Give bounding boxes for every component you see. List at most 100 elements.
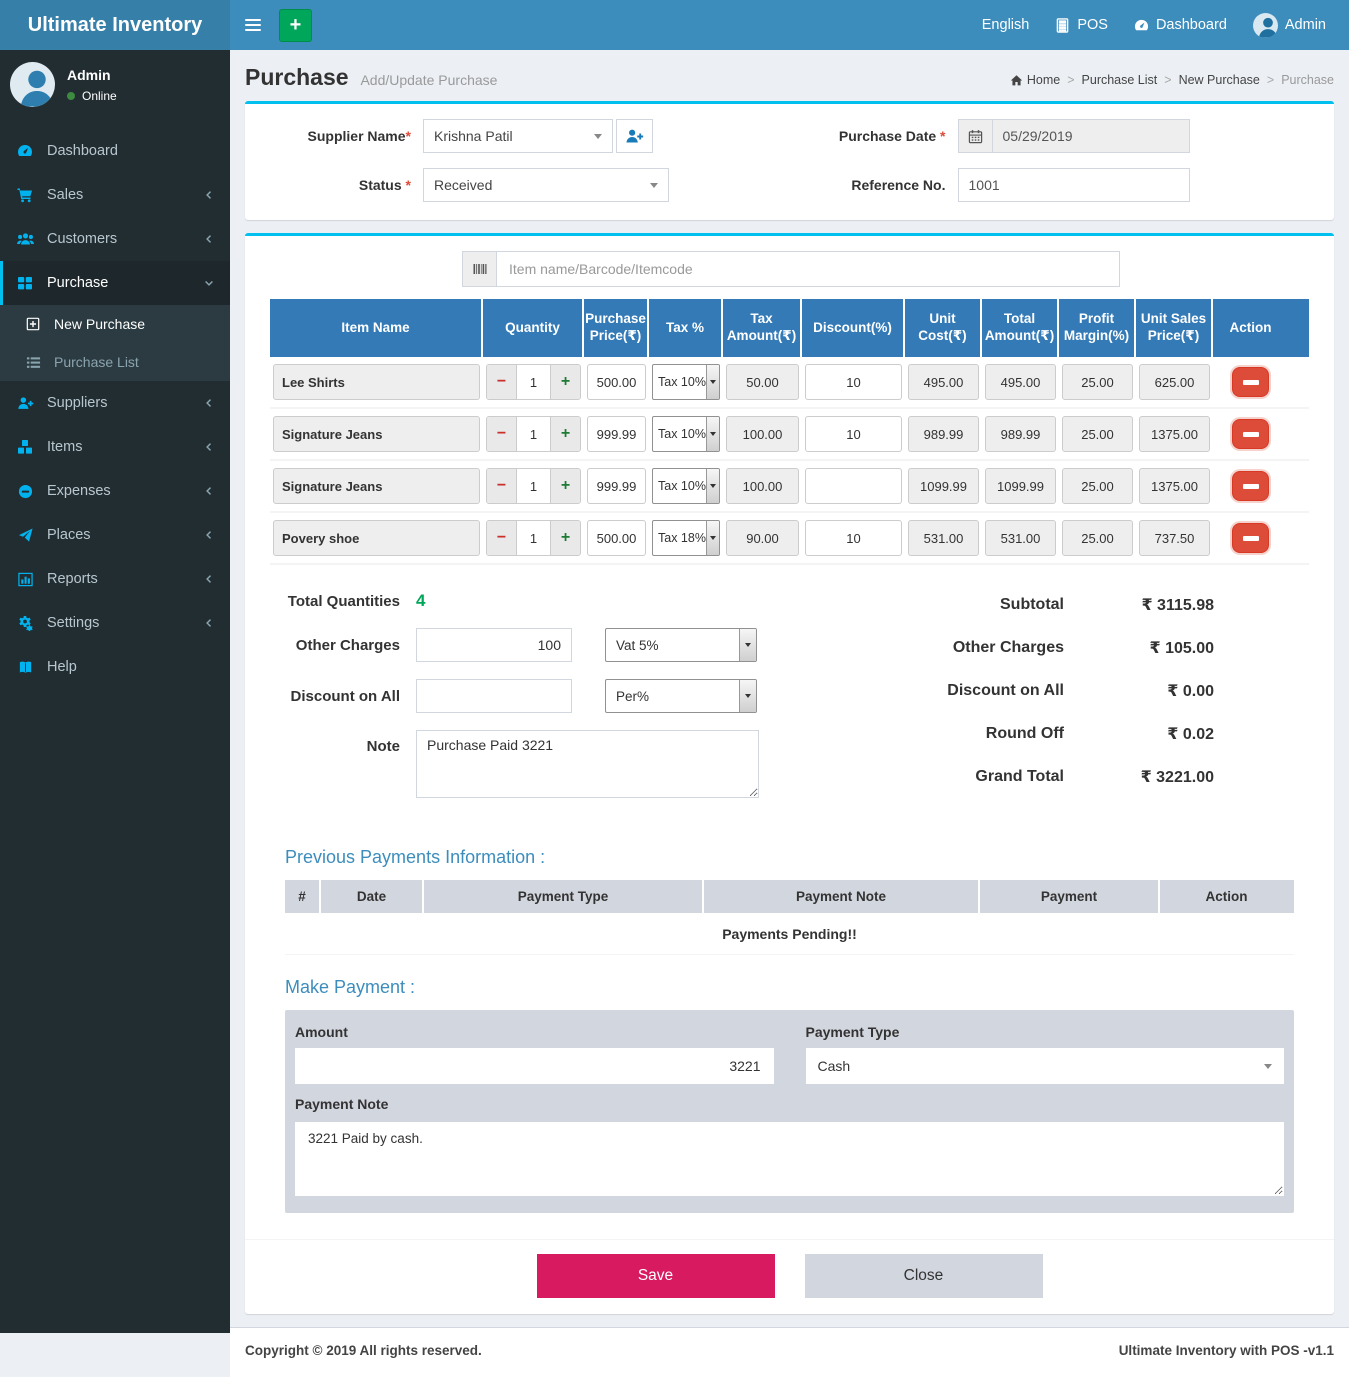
add-supplier-button[interactable] — [616, 119, 653, 153]
breadcrumb-home[interactable]: Home — [1010, 73, 1060, 87]
chevron-left-icon — [203, 233, 215, 245]
reference-input[interactable] — [958, 168, 1190, 202]
purchase-form-box: Supplier Name* Krishna Patil Purchase Da… — [245, 101, 1334, 220]
tax-amount: 50.00 — [726, 364, 799, 400]
qty-increase-button[interactable]: + — [551, 417, 580, 451]
qty-increase-button[interactable]: + — [551, 469, 580, 503]
item-search-input[interactable] — [496, 251, 1120, 287]
sidebar-item-purchase-list[interactable]: Purchase List — [0, 343, 230, 381]
pos-icon — [1055, 18, 1070, 33]
purchase-price-input[interactable] — [587, 468, 646, 504]
sidebar-item-purchase[interactable]: Purchase — [0, 261, 230, 305]
qty-increase-button[interactable]: + — [551, 521, 580, 555]
remove-row-button[interactable] — [1232, 471, 1269, 501]
note-label: Note — [270, 730, 416, 755]
copyright-text: Copyright © 2019 All rights reserved. — [245, 1343, 482, 1362]
home-icon — [1010, 74, 1023, 87]
purchase-date-input[interactable]: 05/29/2019 — [992, 119, 1190, 153]
dashboard-icon — [15, 143, 35, 159]
dashboard-icon — [1134, 18, 1149, 33]
qty-input[interactable] — [516, 469, 551, 503]
discount-input[interactable] — [805, 468, 902, 504]
sidebar-item-items[interactable]: Items — [0, 425, 230, 469]
language-menu[interactable]: English — [969, 0, 1043, 50]
purchase-date-label: Purchase Date — [839, 128, 936, 144]
user-menu[interactable]: Admin — [1240, 0, 1339, 50]
unit-cost: 989.99 — [908, 416, 979, 452]
sidebar-item-help[interactable]: Help — [0, 645, 230, 689]
sidebar-item-customers[interactable]: Customers — [0, 217, 230, 261]
sidebar-item-new-purchase[interactable]: New Purchase — [0, 305, 230, 343]
note-textarea[interactable]: Purchase Paid 3221 — [416, 730, 759, 798]
close-button[interactable]: Close — [805, 1254, 1043, 1298]
sidebar-item-reports[interactable]: Reports — [0, 557, 230, 601]
quantity-stepper: − + — [486, 416, 581, 452]
unit-cost: 495.00 — [908, 364, 979, 400]
other-charges-tax-select[interactable]: Vat 5% — [605, 628, 757, 662]
sidebar-item-suppliers[interactable]: Suppliers — [0, 381, 230, 425]
purchase-price-input[interactable] — [587, 520, 646, 556]
qty-input[interactable] — [516, 417, 551, 451]
other-charges-input[interactable] — [416, 628, 572, 662]
sidebar-item-sales[interactable]: Sales — [0, 173, 230, 217]
qty-decrease-button[interactable]: − — [487, 417, 516, 451]
tax-select[interactable]: Tax 10% — [652, 468, 720, 504]
discount-input[interactable] — [805, 364, 902, 400]
discount-input[interactable] — [805, 416, 902, 452]
grand-total-label: Grand Total — [975, 768, 1064, 786]
qty-increase-button[interactable]: + — [551, 365, 580, 399]
discount-on-all-input[interactable] — [416, 679, 572, 713]
pos-link[interactable]: POS — [1042, 0, 1121, 50]
sidebar-item-expenses[interactable]: Expenses — [0, 469, 230, 513]
caret-down-icon — [706, 469, 719, 503]
tax-select[interactable]: Tax 10% — [652, 416, 720, 452]
plus-square-icon — [24, 317, 42, 331]
profit-margin: 25.00 — [1062, 468, 1133, 504]
round-off-label: Round Off — [986, 725, 1064, 743]
remove-row-button[interactable] — [1232, 419, 1269, 449]
payment-note-textarea[interactable]: 3221 Paid by cash. — [295, 1122, 1284, 1196]
avatar-icon — [1253, 13, 1278, 38]
profit-margin: 25.00 — [1062, 416, 1133, 452]
payment-amount-input[interactable] — [295, 1048, 774, 1084]
quick-add-button[interactable]: + — [279, 9, 312, 42]
qty-input[interactable] — [516, 365, 551, 399]
breadcrumb-purchase-list[interactable]: Purchase List — [1082, 73, 1158, 87]
purchase-price-input[interactable] — [587, 416, 646, 452]
sidebar-item-settings[interactable]: Settings — [0, 601, 230, 645]
sidebar-toggle-button[interactable] — [230, 0, 275, 50]
content-header: Purchase Add/Update Purchase Home > Purc… — [230, 50, 1349, 101]
unit-sales-price: 1375.00 — [1139, 416, 1210, 452]
payment-type-select[interactable]: Cash — [806, 1048, 1285, 1084]
sidebar-item-dashboard[interactable]: Dashboard — [0, 129, 230, 173]
save-button[interactable]: Save — [537, 1254, 775, 1298]
page-footer: Copyright © 2019 All rights reserved. Ul… — [230, 1327, 1349, 1377]
navbar: + English POS Dashboard Admin — [230, 0, 1349, 50]
qty-input[interactable] — [516, 521, 551, 555]
payments-pending-message: Payments Pending!! — [285, 913, 1294, 955]
discount-type-select[interactable]: Per% — [605, 679, 757, 713]
unit-sales-price: 625.00 — [1139, 364, 1210, 400]
qty-decrease-button[interactable]: − — [487, 521, 516, 555]
supplier-select[interactable]: Krishna Patil — [423, 119, 613, 153]
remove-row-icon — [1243, 484, 1259, 489]
purchase-price-input[interactable] — [587, 364, 646, 400]
remove-row-button[interactable] — [1232, 523, 1269, 553]
caret-down-icon — [594, 134, 602, 139]
app-logo[interactable]: Ultimate Inventory — [0, 0, 230, 50]
discount-total-label: Discount on All — [947, 682, 1064, 700]
item-name: Povery shoe — [273, 520, 480, 556]
discount-input[interactable] — [805, 520, 902, 556]
paper-plane-icon — [15, 528, 35, 543]
tax-select[interactable]: Tax 10% — [652, 364, 720, 400]
sidebar-item-places[interactable]: Places — [0, 513, 230, 557]
make-payment-heading: Make Payment : — [285, 977, 1294, 998]
tax-select[interactable]: Tax 18% — [652, 520, 720, 556]
status-select[interactable]: Received — [423, 168, 669, 202]
qty-decrease-button[interactable]: − — [487, 365, 516, 399]
breadcrumb-new-purchase[interactable]: New Purchase — [1179, 73, 1260, 87]
remove-row-button[interactable] — [1232, 367, 1269, 397]
qty-decrease-button[interactable]: − — [487, 469, 516, 503]
breadcrumb: Home > Purchase List > New Purchase > Pu… — [1010, 73, 1334, 91]
dashboard-link[interactable]: Dashboard — [1121, 0, 1240, 50]
